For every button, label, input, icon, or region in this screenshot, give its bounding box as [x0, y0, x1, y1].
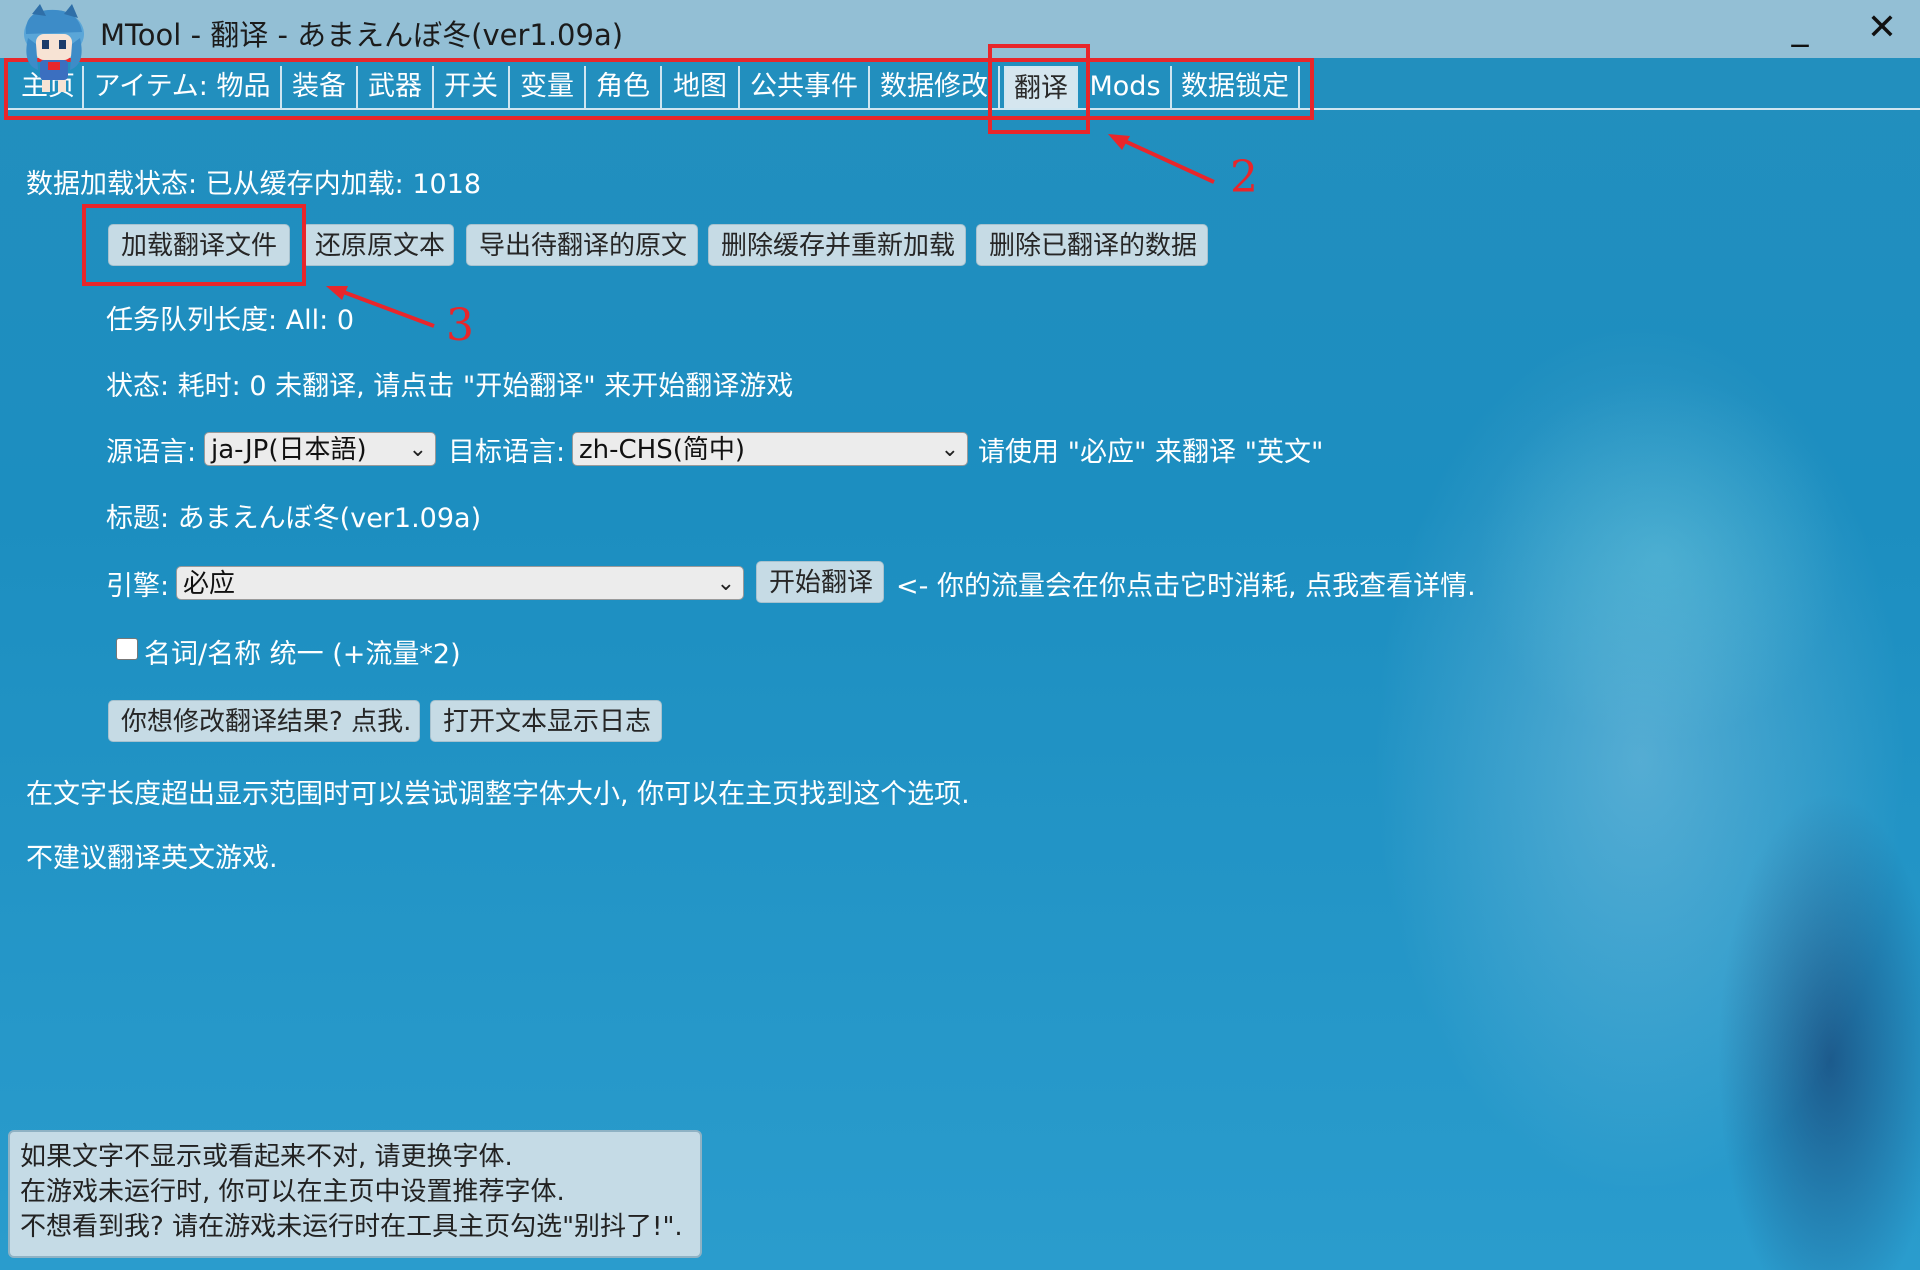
start-translation-button[interactable]: 开始翻译	[756, 561, 884, 603]
restore-original-button[interactable]: 还原原文本	[302, 224, 454, 266]
source-language-select[interactable]: ja-JP(日本語) ⌄	[204, 432, 436, 466]
mtool-window: MTool - 翻译 - あまえんぼ冬(ver1.09a) _ ✕ 主页 アイテ…	[0, 0, 1920, 1270]
target-language-value: zh-CHS(简中)	[579, 435, 746, 465]
export-source-button[interactable]: 导出待翻译的原文	[466, 224, 698, 266]
title-bar: MTool - 翻译 - あまえんぼ冬(ver1.09a) _ ✕	[0, 0, 1920, 58]
english-tip-text: 不建议翻译英文游戏.	[26, 843, 278, 874]
chevron-down-icon: ⌄	[716, 571, 735, 596]
load-status-text: 数据加载状态: 已从缓存内加载: 1018	[26, 169, 482, 200]
chibi-character-icon	[18, 4, 90, 96]
open-text-log-button[interactable]: 打开文本显示日志	[430, 700, 662, 742]
traffic-note-link[interactable]: <- 你的流量会在你点击它时消耗, 点我查看详情.	[896, 564, 1476, 603]
annotation-number-3: 3	[446, 300, 474, 351]
tabs-highlight-box	[4, 58, 1314, 120]
chevron-down-icon: ⌄	[408, 437, 427, 462]
font-hint-tooltip: 如果文字不显示或看起来不对, 请更换字体. 在游戏未运行时, 你可以在主页中设置…	[8, 1130, 702, 1258]
queue-length-text: 任务队列长度: All: 0	[106, 305, 355, 336]
font-size-tip-text: 在文字长度超出显示范围时可以尝试调整字体大小, 你可以在主页找到这个选项.	[26, 779, 970, 810]
edit-results-button[interactable]: 你想修改翻译结果? 点我.	[108, 700, 420, 742]
translate-tab-highlight-box	[988, 44, 1090, 134]
engine-label: 引擎:	[106, 571, 170, 602]
chevron-down-icon: ⌄	[940, 437, 959, 462]
tooltip-line-2: 在游戏未运行时, 你可以在主页中设置推荐字体.	[20, 1177, 565, 1207]
clear-cache-reload-button[interactable]: 删除缓存并重新加载	[708, 224, 966, 266]
load-file-highlight-box	[82, 204, 306, 286]
minimize-button[interactable]: _	[1776, 6, 1824, 50]
tooltip-line-1: 如果文字不显示或看起来不对, 请更换字体.	[20, 1142, 513, 1172]
window-title: MTool - 翻译 - あまえんぼ冬(ver1.09a)	[100, 18, 624, 52]
engine-value: 必应	[183, 569, 236, 599]
engine-select[interactable]: 必应 ⌄	[176, 566, 744, 600]
unify-names-label: 名词/名称 统一 (+流量*2)	[144, 639, 461, 670]
target-language-label: 目标语言:	[448, 437, 566, 468]
delete-translated-button[interactable]: 删除已翻译的数据	[976, 224, 1208, 266]
source-language-label: 源语言:	[106, 437, 197, 468]
source-language-value: ja-JP(日本語)	[211, 435, 367, 465]
engine-hint-text: 请使用 "必应" 来翻译 "英文"	[978, 437, 1324, 468]
tooltip-line-3: 不想看到我? 请在游戏未运行时在工具主页勾选"别抖了!".	[20, 1212, 683, 1242]
status-text: 状态: 耗时: 0 未翻译, 请点击 "开始翻译" 来开始翻译游戏	[106, 371, 794, 402]
game-title-text: 标题: あまえんぼ冬(ver1.09a)	[106, 503, 482, 534]
close-button[interactable]: ✕	[1858, 6, 1906, 50]
unify-names-checkbox[interactable]	[116, 638, 138, 660]
annotation-arrow-2	[1108, 134, 1215, 184]
annotation-number-2: 2	[1230, 152, 1258, 203]
target-language-select[interactable]: zh-CHS(简中) ⌄	[572, 432, 968, 466]
